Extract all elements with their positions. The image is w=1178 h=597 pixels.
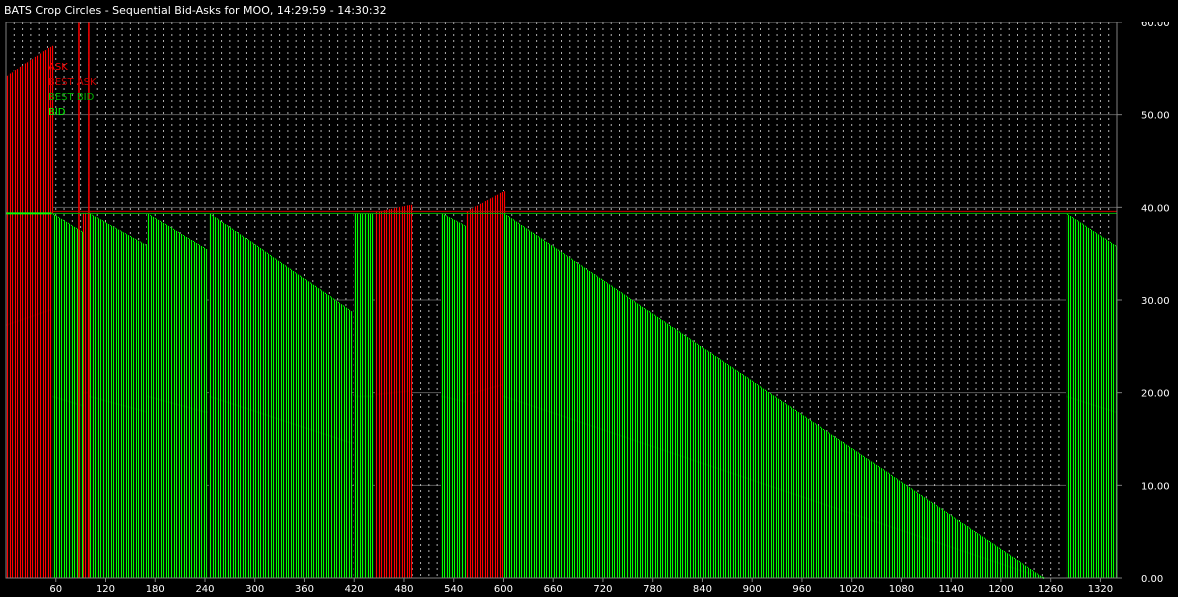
y-tick-label: 10.00 <box>1141 481 1170 492</box>
legend-item: BEST BID <box>48 92 95 103</box>
x-tick-label: 360 <box>295 584 314 595</box>
bid-ask-chart: 0.0010.0020.0030.0040.0050.0060.0060 120 1… <box>0 0 1178 597</box>
y-tick-label: 40.00 <box>1141 203 1170 214</box>
bid-segment <box>147 213 208 578</box>
ask-segment <box>6 45 54 578</box>
ask-segment <box>375 204 413 578</box>
legend-item: ASK <box>48 62 68 73</box>
y-tick-label: 50.00 <box>1141 111 1170 122</box>
x-tick-label: 480 <box>394 584 413 595</box>
x-tick-label: 240 <box>195 584 214 595</box>
x-tick-label: 120 <box>96 584 115 595</box>
y-tick-label: 30.00 <box>1141 296 1170 307</box>
bid-segment <box>89 213 150 578</box>
y-tick-label: 20.00 <box>1141 389 1170 400</box>
bid-segment <box>52 213 84 578</box>
legend-item: BEST ASK <box>48 77 97 88</box>
x-tick-label: 960 <box>792 584 811 595</box>
x-tick-label: 1140 <box>938 584 963 595</box>
x-tick-label: 1260 <box>1038 584 1063 595</box>
x-tick-label: 600 <box>494 584 513 595</box>
x-tick-label: 1020 <box>839 584 864 595</box>
x-tick-label: 900 <box>743 584 762 595</box>
x-tick-label: 540 <box>444 584 463 595</box>
x-tick-label: 1080 <box>889 584 914 595</box>
x-tick-label: 720 <box>593 584 612 595</box>
x-tick-label: 60 <box>49 584 62 595</box>
x-tick-label: 1200 <box>988 584 1013 595</box>
x-tick-label: 180 <box>146 584 165 595</box>
legend-item: BID <box>48 107 66 118</box>
x-tick-label: 300 <box>245 584 264 595</box>
x-tick-label: 420 <box>345 584 364 595</box>
chart-title: BATS Crop Circles - Sequential Bid-Asks … <box>0 0 1178 22</box>
x-tick-label: 1320 <box>1088 584 1113 595</box>
x-tick-label: 840 <box>693 584 712 595</box>
y-tick-label: 0.00 <box>1141 574 1163 585</box>
x-tick-label: 780 <box>643 584 662 595</box>
ask-segment <box>466 191 506 578</box>
bid-segment <box>1066 213 1118 578</box>
bid-segment <box>354 213 374 578</box>
x-tick-label: 660 <box>544 584 563 595</box>
bid-segment <box>441 213 469 578</box>
